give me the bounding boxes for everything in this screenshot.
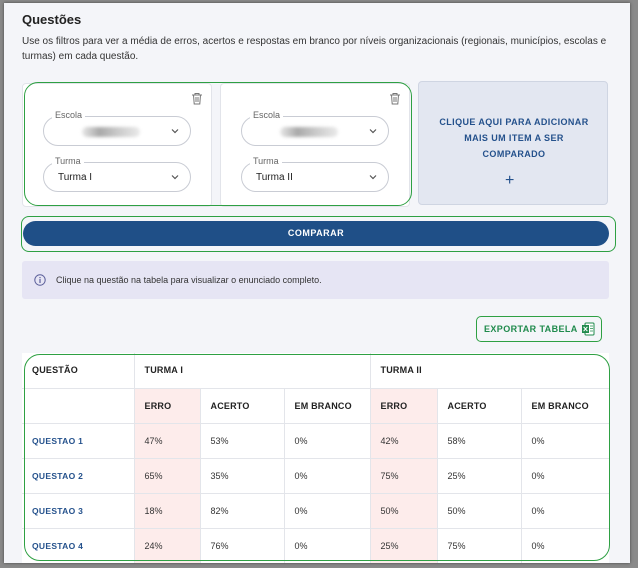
column-header-erro: ERRO [133, 388, 200, 424]
table-cell: 0% [283, 528, 371, 563]
trash-icon[interactable] [191, 92, 203, 105]
excel-icon [582, 322, 595, 336]
table-cell: 0% [520, 423, 609, 459]
info-icon [34, 274, 46, 286]
info-text: Clique na questão na tabela para visuali… [56, 275, 322, 285]
table-row[interactable]: QUESTAO 2 65% 35% 0% 75% 25% 0% [22, 458, 609, 494]
results-table: QUESTÃO TURMA I TURMA II ERRO ACERTO EM … [22, 353, 609, 563]
table-cell: 25% [369, 528, 438, 563]
table-cell: 50% [436, 493, 522, 529]
table-cell: 42% [369, 423, 438, 459]
chevron-down-icon [171, 175, 179, 180]
chevron-down-icon [171, 129, 179, 134]
table-cell: 18% [133, 493, 200, 529]
export-table-button[interactable]: EXPORTAR TABELA [476, 316, 602, 342]
question-link[interactable]: QUESTAO 3 [22, 493, 134, 529]
question-link[interactable]: QUESTAO 1 [22, 423, 134, 459]
table-cell: 82% [199, 493, 284, 529]
compare-item-card-2: Escola Turma Turma II [220, 83, 410, 207]
table-cell: 25% [436, 458, 522, 494]
page-frame: Questões Use os filtros para ver a média… [4, 3, 630, 563]
table-cell: 75% [369, 458, 438, 494]
trash-icon[interactable] [389, 92, 401, 105]
turma-select[interactable]: Turma Turma II [241, 156, 389, 192]
escola-select[interactable]: Escola [241, 110, 389, 146]
table-cell: 47% [133, 423, 200, 459]
column-header-em-branco: EM BRANCO [520, 388, 609, 424]
column-header-em-branco: EM BRANCO [283, 388, 371, 424]
table-cell: 0% [283, 458, 371, 494]
turma-value: Turma I [58, 172, 93, 183]
table-cell: 58% [436, 423, 522, 459]
column-header-acerto: ACERTO [436, 388, 522, 424]
column-header-erro: ERRO [369, 388, 438, 424]
add-item-label: CLIQUE AQUI PARA ADICIONAR MAIS UM ITEM … [439, 117, 589, 159]
column-header-acerto: ACERTO [199, 388, 284, 424]
escola-label: Escola [52, 110, 86, 120]
table-cell: 0% [520, 528, 609, 563]
info-banner: Clique na questão na tabela para visuali… [22, 261, 609, 299]
plus-icon: + [505, 172, 515, 189]
table-cell: 24% [133, 528, 200, 563]
chevron-down-icon [369, 175, 377, 180]
column-header-questao: QUESTÃO [22, 353, 134, 389]
table-cell: 0% [283, 493, 371, 529]
table-cell: 65% [133, 458, 200, 494]
question-link[interactable]: QUESTAO 2 [22, 458, 134, 494]
table-cell: 0% [520, 458, 609, 494]
turma-label: Turma [250, 156, 282, 166]
table-cell: 0% [520, 493, 609, 529]
page-title: Questões [22, 12, 82, 27]
redacted-value [280, 127, 338, 137]
table-row[interactable]: QUESTAO 3 18% 82% 0% 50% 50% 0% [22, 493, 609, 529]
question-link[interactable]: QUESTAO 4 [22, 528, 134, 563]
group-header-turma-1: TURMA I [133, 353, 371, 389]
table-cell: 0% [283, 423, 371, 459]
table-cell: 75% [436, 528, 522, 563]
redacted-value [82, 127, 140, 137]
page-description: Use os filtros para ver a média de erros… [22, 36, 607, 62]
chevron-down-icon [369, 129, 377, 134]
table-cell: 35% [199, 458, 284, 494]
add-compare-item-button[interactable]: CLIQUE AQUI PARA ADICIONAR MAIS UM ITEM … [418, 81, 608, 205]
compare-item-card-1: Escola Turma Turma I [22, 83, 212, 207]
table-row[interactable]: QUESTAO 1 47% 53% 0% 42% 58% 0% [22, 423, 609, 459]
empty-header-cell [22, 388, 134, 424]
turma-value: Turma II [256, 172, 293, 183]
table-cell: 53% [199, 423, 284, 459]
export-label: EXPORTAR TABELA [484, 324, 578, 334]
escola-label: Escola [250, 110, 284, 120]
compare-button[interactable]: COMPARAR [23, 221, 609, 246]
turma-select[interactable]: Turma Turma I [43, 156, 191, 192]
escola-select[interactable]: Escola [43, 110, 191, 146]
table-row[interactable]: QUESTAO 4 24% 76% 0% 25% 75% 0% [22, 528, 609, 563]
group-header-turma-2: TURMA II [369, 353, 609, 389]
turma-label: Turma [52, 156, 84, 166]
table-cell: 50% [369, 493, 438, 529]
table-cell: 76% [199, 528, 284, 563]
